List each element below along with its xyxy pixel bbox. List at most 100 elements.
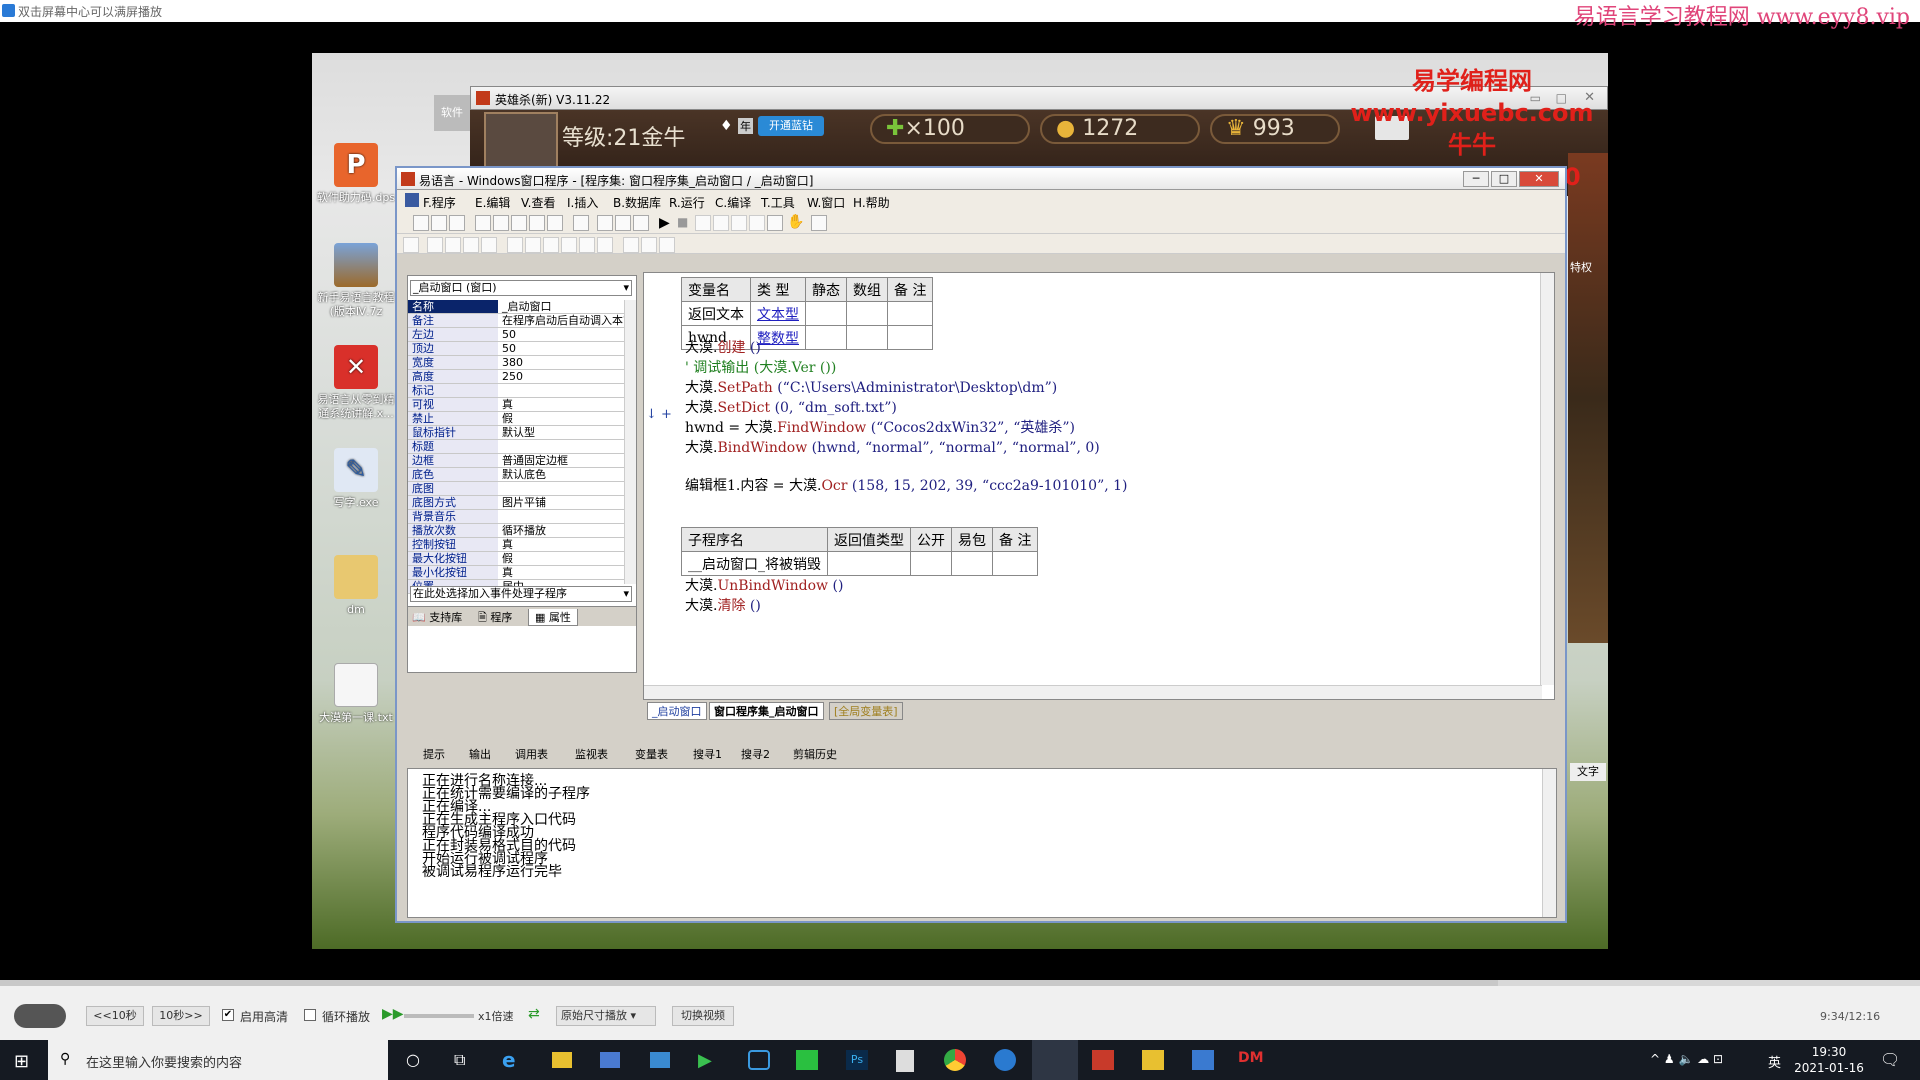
property-row[interactable]: 高度 250 bbox=[408, 370, 624, 384]
property-row[interactable]: 禁止假 bbox=[408, 412, 624, 426]
desktop-icon-exe[interactable]: ✎ 写字.exe bbox=[316, 448, 396, 510]
output-tab[interactable]: 提示 bbox=[423, 746, 445, 762]
photoshop-icon[interactable]: Ps bbox=[846, 1050, 868, 1070]
notification-icon[interactable]: 🗨 bbox=[1880, 1050, 1900, 1069]
store-icon[interactable] bbox=[600, 1052, 620, 1068]
avatar[interactable] bbox=[484, 112, 558, 172]
align1-icon[interactable] bbox=[403, 237, 419, 253]
code-line[interactable]: 大漠.BindWindow (hwnd, “normal”, “normal”,… bbox=[685, 437, 1100, 457]
property-scrollbar[interactable] bbox=[624, 300, 636, 584]
editor-vscrollbar[interactable] bbox=[1540, 273, 1554, 685]
step-out-icon[interactable] bbox=[731, 215, 747, 231]
debug-icon[interactable] bbox=[811, 215, 827, 231]
menu-edit[interactable]: E.编辑 bbox=[475, 194, 510, 211]
table-row[interactable]: __启动窗口_将被销毁 bbox=[681, 551, 1039, 576]
table-cell[interactable] bbox=[827, 551, 911, 576]
space3-icon[interactable] bbox=[659, 237, 675, 253]
output-scrollbar[interactable] bbox=[1542, 769, 1556, 917]
code-line[interactable]: 大漠.创建 () bbox=[685, 337, 761, 357]
align2-icon[interactable] bbox=[427, 237, 443, 253]
code-editor[interactable]: 变量名类 型静态 数组备 注返回文本 文本型 hwnd 整数型 大漠.创建 () ' 调试… bbox=[643, 272, 1555, 700]
property-row[interactable]: 备注在程序启动后自动调入本窗口 bbox=[408, 314, 624, 328]
property-row[interactable]: 鼠标指针 默认型 bbox=[408, 426, 624, 440]
property-value[interactable]: 50 bbox=[500, 342, 624, 355]
ide-maximize-icon[interactable]: □ bbox=[1491, 171, 1517, 187]
ide-window[interactable]: 易语言 - Windows窗口程序 - [程序集: 窗口程序集_启动窗口 / _… bbox=[395, 166, 1567, 923]
property-value[interactable]: 在程序启动后自动调入本窗口 bbox=[500, 314, 624, 327]
property-row[interactable]: 顶边 50 bbox=[408, 342, 624, 356]
cortana-icon[interactable]: ○ bbox=[406, 1050, 420, 1069]
property-row[interactable]: 边框 普通固定边框 bbox=[408, 454, 624, 468]
align5-icon[interactable] bbox=[481, 237, 497, 253]
undo-icon[interactable] bbox=[547, 215, 563, 231]
menu-run[interactable]: R.运行 bbox=[669, 194, 705, 211]
property-value[interactable]: 380 bbox=[500, 356, 624, 369]
progress-track[interactable] bbox=[0, 980, 1920, 986]
code-line[interactable]: ' 调试输出 (大漠.Ver ()) bbox=[685, 357, 836, 377]
breakpoint-icon[interactable] bbox=[767, 215, 783, 231]
layout3-icon[interactable] bbox=[633, 215, 649, 231]
align3-icon[interactable] bbox=[445, 237, 461, 253]
step-over-icon[interactable] bbox=[749, 215, 765, 231]
windows-start-icon[interactable]: ⊞ bbox=[14, 1051, 29, 1072]
size4-icon[interactable] bbox=[561, 237, 577, 253]
space2-icon[interactable] bbox=[641, 237, 657, 253]
menu-view[interactable]: V.查看 bbox=[521, 194, 555, 211]
video-frame[interactable]: P 软件助力码.dps 新手易语言教程(版本Ⅳ.7z ✕ 易语言从零到精通系统讲… bbox=[312, 53, 1608, 949]
property-value[interactable] bbox=[500, 384, 624, 397]
property-value[interactable] bbox=[500, 440, 624, 453]
size3-icon[interactable] bbox=[543, 237, 559, 253]
menu-database[interactable]: B.数据库 bbox=[613, 194, 661, 211]
property-value[interactable]: 真 bbox=[500, 538, 624, 551]
player-app-icon[interactable] bbox=[1032, 1040, 1078, 1080]
size2-icon[interactable] bbox=[525, 237, 541, 253]
new-file-icon[interactable] bbox=[413, 215, 429, 231]
code-line[interactable]: 大漠.SetPath (“C:\Users\Administrator\Desk… bbox=[685, 377, 1057, 397]
menu-help[interactable]: H.帮助 bbox=[853, 194, 890, 211]
tab-global-vars[interactable]: [全局变量表] bbox=[829, 702, 903, 720]
menu-compile[interactable]: C.编译 bbox=[715, 194, 751, 211]
size5-icon[interactable] bbox=[579, 237, 595, 253]
output-tab[interactable]: 变量表 bbox=[635, 746, 668, 762]
property-row[interactable]: 最小化按钮真 bbox=[408, 566, 624, 580]
hand-icon[interactable]: ✋ bbox=[787, 214, 804, 230]
desktop-icon-dps[interactable]: P 软件助力码.dps bbox=[316, 143, 396, 205]
property-row[interactable]: 宽度 380 bbox=[408, 356, 624, 370]
property-value[interactable] bbox=[500, 482, 624, 495]
editor-hscrollbar[interactable] bbox=[644, 685, 1542, 699]
speed-slider[interactable] bbox=[404, 1014, 474, 1018]
tab-properties[interactable]: ▦ 属性 bbox=[528, 609, 578, 626]
code-line[interactable]: hwnd = 大漠.FindWindow (“Cocos2dxWin32”, “… bbox=[685, 417, 1075, 437]
property-value[interactable]: 假 bbox=[500, 412, 624, 425]
desktop-icon-dm[interactable]: dm bbox=[316, 555, 396, 617]
property-value[interactable]: 默认型 bbox=[500, 426, 624, 439]
property-row[interactable]: 左边 50 bbox=[408, 328, 624, 342]
explorer-icon[interactable] bbox=[552, 1052, 572, 1068]
property-value[interactable]: 250 bbox=[500, 370, 624, 383]
menu-window[interactable]: W.窗口 bbox=[807, 194, 845, 211]
property-row[interactable]: 底色 默认底色 bbox=[408, 468, 624, 482]
run-icon[interactable]: ▶ bbox=[659, 215, 670, 231]
property-value[interactable]: _启动窗口 bbox=[500, 300, 624, 313]
output-tab[interactable]: 输出 bbox=[469, 746, 491, 762]
property-row[interactable]: 名称 _启动窗口 bbox=[408, 300, 624, 314]
table-cell[interactable] bbox=[991, 551, 1039, 576]
ide-close-icon[interactable]: ✕ bbox=[1519, 171, 1559, 187]
output-tab[interactable]: 监视表 bbox=[575, 746, 608, 762]
play-pause-icon[interactable] bbox=[14, 1004, 66, 1028]
property-row[interactable]: 标记 bbox=[408, 384, 624, 398]
desktop-icon-xmind[interactable]: ✕ 易语言从零到精通系统讲解.x... bbox=[316, 345, 396, 421]
table-cell[interactable] bbox=[846, 325, 888, 350]
eyuyan-app-icon[interactable] bbox=[1092, 1050, 1114, 1070]
property-row[interactable]: 底图 bbox=[408, 482, 624, 496]
calculator-icon[interactable] bbox=[896, 1050, 914, 1072]
property-value[interactable]: 普通固定边框 bbox=[500, 454, 624, 467]
property-row[interactable]: 控制按钮真 bbox=[408, 538, 624, 552]
tray-icons[interactable]: ^ ♟ 🔈 ☁ ⊡ bbox=[1650, 1052, 1723, 1066]
size1-icon[interactable] bbox=[507, 237, 523, 253]
table-cell[interactable] bbox=[846, 301, 888, 326]
code-line[interactable]: 编辑框1.内容 = 大漠.Ocr (158, 15, 202, 39, “ccc… bbox=[685, 475, 1128, 495]
property-value[interactable]: 真 bbox=[500, 566, 624, 579]
object-select[interactable]: _启动窗口 (窗口) ▾ bbox=[410, 280, 632, 296]
property-value[interactable]: 50 bbox=[500, 328, 624, 341]
